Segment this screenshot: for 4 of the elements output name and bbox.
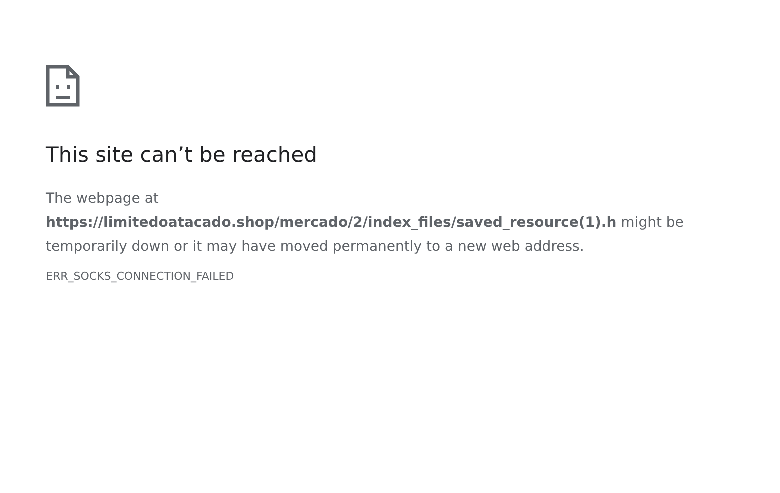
error-code: ERR_SOCKS_CONNECTION_FAILED — [46, 269, 236, 285]
page-heading: This site can’t be reached — [46, 142, 318, 169]
sad-page-icon — [46, 65, 80, 107]
error-message: The webpage at https://limitedoatacado.shop/mercado/2/index_files/saved_resource(1).h might be temporarily down or it may have moved permanently to a new web address. — [46, 190, 685, 257]
